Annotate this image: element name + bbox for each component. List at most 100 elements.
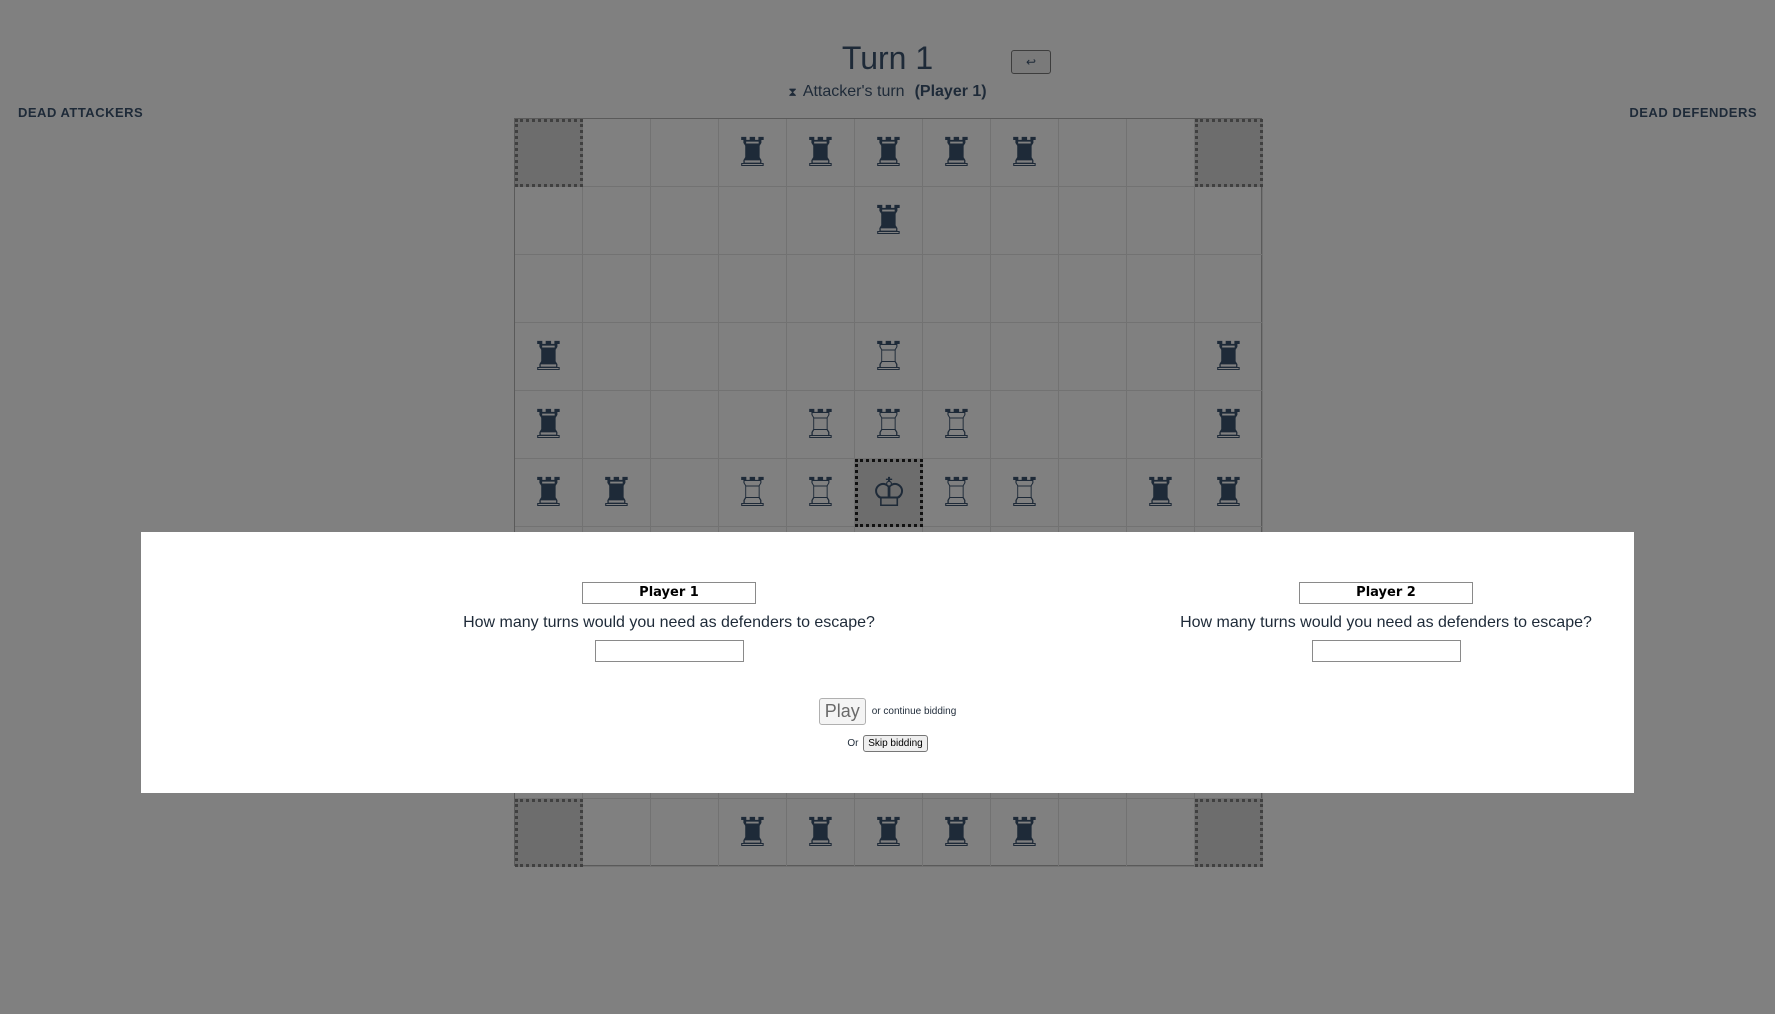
defender-piece[interactable]: ♖ [871,405,907,445]
board-cell[interactable]: ♖ [787,391,855,459]
board-cell[interactable] [1127,391,1195,459]
board-cell[interactable] [991,323,1059,391]
corner-square[interactable] [515,799,583,867]
attacker-piece[interactable]: ♜ [939,133,975,173]
attacker-piece[interactable]: ♜ [531,337,567,377]
board-cell[interactable]: ♜ [855,187,923,255]
attacker-piece[interactable]: ♜ [871,201,907,241]
board-cell[interactable]: ♖ [923,391,991,459]
attacker-piece[interactable]: ♜ [1143,473,1179,513]
board-cell[interactable] [651,459,719,527]
board-cell[interactable] [1127,255,1195,323]
player1-name[interactable]: Player 1 [582,582,756,604]
defender-piece[interactable]: ♖ [803,405,839,445]
attacker-piece[interactable]: ♜ [1007,133,1043,173]
board-cell[interactable] [1059,323,1127,391]
attacker-piece[interactable]: ♜ [735,813,771,853]
board-cell[interactable] [583,799,651,867]
board-cell[interactable] [583,119,651,187]
board-cell[interactable] [991,391,1059,459]
board-cell[interactable] [787,187,855,255]
board-cell[interactable]: ♖ [787,459,855,527]
board-cell[interactable] [583,323,651,391]
board-cell[interactable] [583,391,651,459]
board-cell[interactable] [923,187,991,255]
defender-piece[interactable]: ♖ [735,473,771,513]
defender-piece[interactable]: ♖ [1007,473,1043,513]
board-cell[interactable]: ♜ [923,799,991,867]
player2-bid-input[interactable] [1311,640,1461,662]
board-cell[interactable] [583,187,651,255]
attacker-piece[interactable]: ♜ [803,133,839,173]
board-cell[interactable] [515,255,583,323]
board-cell[interactable] [1195,255,1263,323]
board-cell[interactable]: ♜ [515,323,583,391]
board-cell[interactable] [515,187,583,255]
board-cell[interactable] [923,323,991,391]
attacker-piece[interactable]: ♜ [871,133,907,173]
board-cell[interactable]: ♜ [719,799,787,867]
attacker-piece[interactable]: ♜ [939,813,975,853]
board-cell[interactable] [1059,391,1127,459]
board-cell[interactable]: ♜ [1195,391,1263,459]
board-cell[interactable]: ♜ [515,459,583,527]
board-cell[interactable]: ♜ [787,799,855,867]
board-cell[interactable]: ♜ [515,391,583,459]
board-cell[interactable] [1059,119,1127,187]
board-cell[interactable] [787,323,855,391]
board-cell[interactable]: ♜ [1195,459,1263,527]
board-cell[interactable] [719,255,787,323]
attacker-piece[interactable]: ♜ [1211,337,1247,377]
board-cell[interactable] [1059,459,1127,527]
attacker-piece[interactable]: ♜ [1007,813,1043,853]
board-cell[interactable] [1127,323,1195,391]
board-cell[interactable] [651,323,719,391]
attacker-piece[interactable]: ♜ [531,405,567,445]
board-cell[interactable]: ♜ [787,119,855,187]
attacker-piece[interactable]: ♜ [803,813,839,853]
board-cell[interactable]: ♜ [1195,323,1263,391]
board-cell[interactable]: ♖ [719,459,787,527]
attacker-piece[interactable]: ♜ [871,813,907,853]
player1-bid-input[interactable] [594,640,744,662]
corner-square[interactable] [1195,799,1263,867]
board-cell[interactable]: ♖ [923,459,991,527]
board-cell[interactable]: ♜ [855,119,923,187]
attacker-piece[interactable]: ♜ [735,133,771,173]
player2-name[interactable]: Player 2 [1299,582,1473,604]
defender-piece[interactable]: ♖ [939,473,975,513]
board-cell[interactable] [651,119,719,187]
board-cell[interactable]: ♜ [583,459,651,527]
board-cell[interactable] [651,255,719,323]
defender-piece[interactable]: ♖ [939,405,975,445]
board-cell[interactable]: ♜ [855,799,923,867]
board-cell[interactable] [719,323,787,391]
attacker-piece[interactable]: ♜ [1211,405,1247,445]
play-button[interactable]: Play [818,698,866,725]
board-cell[interactable] [1059,799,1127,867]
board-cell[interactable] [651,391,719,459]
defender-piece[interactable]: ♖ [803,473,839,513]
board-cell[interactable]: ♖ [855,323,923,391]
board-cell[interactable]: ♜ [719,119,787,187]
attacker-piece[interactable]: ♜ [1211,473,1247,513]
throne-square[interactable]: ♔ [855,459,923,527]
board-cell[interactable] [583,255,651,323]
board-cell[interactable] [991,255,1059,323]
defender-piece[interactable]: ♖ [871,337,907,377]
board-cell[interactable] [787,255,855,323]
board-cell[interactable] [991,187,1059,255]
board-cell[interactable] [1127,119,1195,187]
skip-bidding-button[interactable]: Skip bidding [863,735,928,752]
corner-square[interactable] [515,119,583,187]
board-cell[interactable] [1127,187,1195,255]
board-cell[interactable] [855,255,923,323]
board-cell[interactable]: ♜ [991,119,1059,187]
board-cell[interactable]: ♖ [991,459,1059,527]
board-cell[interactable] [1059,187,1127,255]
board-cell[interactable]: ♜ [923,119,991,187]
board-cell[interactable] [1127,799,1195,867]
board-cell[interactable] [923,255,991,323]
board-cell[interactable] [719,391,787,459]
board-cell[interactable]: ♜ [991,799,1059,867]
